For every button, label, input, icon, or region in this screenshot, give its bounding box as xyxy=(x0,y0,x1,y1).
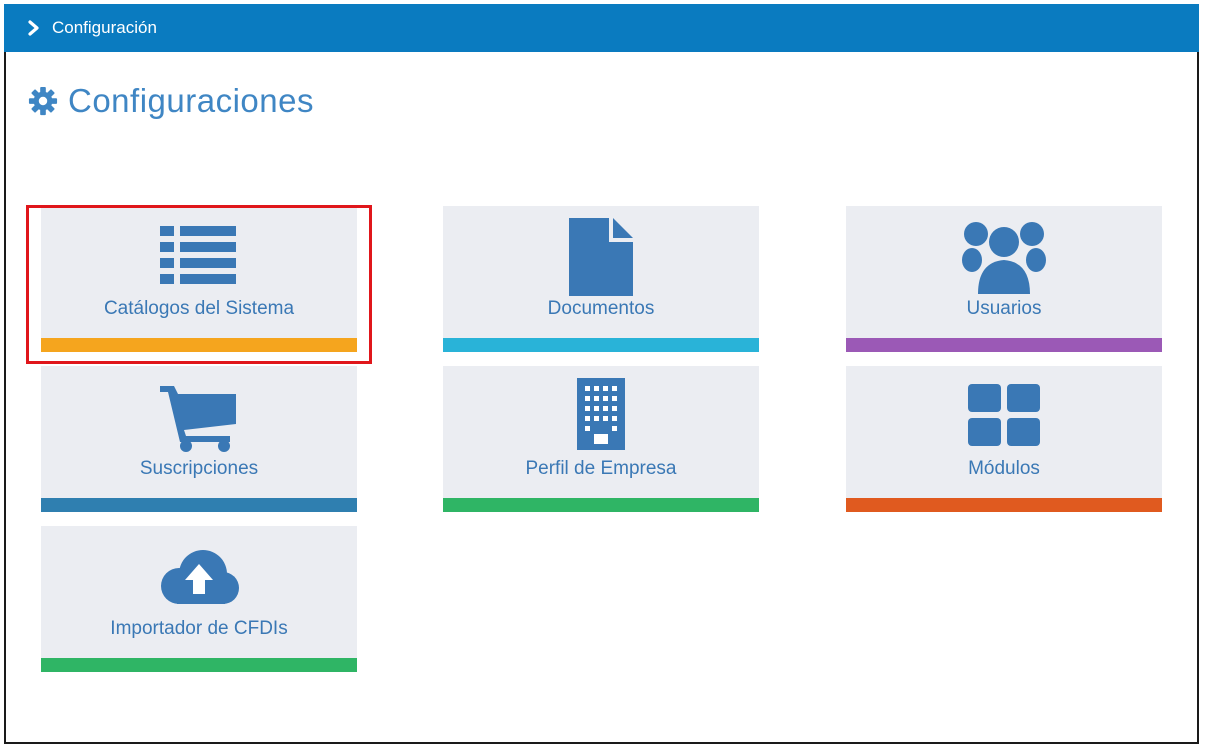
tile-label: Usuarios xyxy=(966,298,1042,319)
chevron-right-icon xyxy=(28,20,39,36)
top-bar: Configuración xyxy=(4,4,1199,52)
tile-catalogos[interactable]: Catálogos del Sistema xyxy=(41,206,357,352)
tile-color-bar xyxy=(443,498,759,512)
users-icon xyxy=(962,222,1046,294)
tile-usuarios[interactable]: Usuarios xyxy=(846,206,1162,352)
tile-label: Catálogos del Sistema xyxy=(103,298,295,319)
tile-color-bar xyxy=(846,338,1162,352)
tile-suscripciones[interactable]: Suscripciones xyxy=(41,366,357,512)
cart-icon xyxy=(160,386,236,452)
tile-documentos[interactable]: Documentos xyxy=(443,206,759,352)
tile-modulos[interactable]: Módulos xyxy=(846,366,1162,512)
tile-color-bar xyxy=(41,498,357,512)
tile-importador-cfdis[interactable]: Importador de CFDIs xyxy=(41,526,357,672)
tile-label: Perfil de Empresa xyxy=(525,458,677,479)
tile-color-bar xyxy=(41,658,357,672)
tile-label: Documentos xyxy=(547,298,655,319)
tile-label: Módulos xyxy=(968,458,1040,479)
breadcrumb[interactable]: Configuración xyxy=(52,18,157,38)
tile-color-bar xyxy=(846,498,1162,512)
building-icon xyxy=(577,378,625,450)
page-title: Configuraciones xyxy=(28,82,314,120)
tile-color-bar xyxy=(41,338,357,352)
document-icon xyxy=(569,218,633,296)
page-title-text: Configuraciones xyxy=(68,82,314,119)
tile-label: Suscripciones xyxy=(139,458,259,479)
tile-perfil-empresa[interactable]: Perfil de Empresa xyxy=(443,366,759,512)
cloud-upload-icon xyxy=(161,550,239,604)
tile-color-bar xyxy=(443,338,759,352)
tile-label: Importador de CFDIs xyxy=(110,618,288,639)
gear-icon xyxy=(28,86,58,116)
list-icon xyxy=(160,226,236,284)
grid-icon xyxy=(968,384,1040,446)
